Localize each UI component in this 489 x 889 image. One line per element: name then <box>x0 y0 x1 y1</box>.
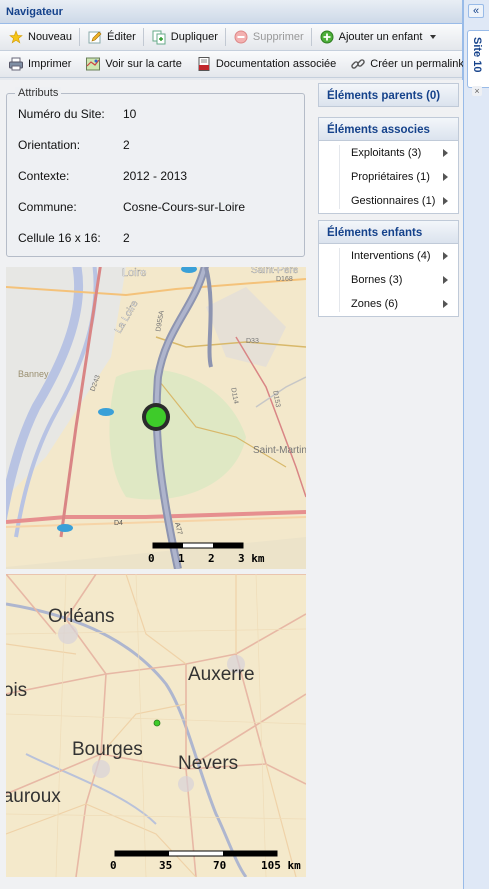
local-map[interactable]: Loire Saint-Père La Loire Banney Saint-M… <box>6 267 306 569</box>
attr-value-orientation: 2 <box>123 138 130 152</box>
chevron-right-icon <box>443 197 448 205</box>
city-label: Nevers <box>178 753 239 774</box>
tab-site-10[interactable]: Site 10 <box>467 30 489 88</box>
scale-label: 1 <box>178 552 185 565</box>
attributes-fieldset: Attributs Numéro du Site: 10 Orientation… <box>6 87 305 257</box>
link-icon <box>350 56 366 72</box>
list-item-label: Propriétaires (1) <box>351 171 430 183</box>
enfants-header[interactable]: Éléments enfants <box>318 220 459 244</box>
voir-carte-label: Voir sur la carte <box>105 58 182 70</box>
documentation-button[interactable]: Documentation associée <box>192 53 340 75</box>
pdf-icon <box>196 56 212 72</box>
attributes-legend: Attributs <box>15 87 62 99</box>
side-tab-strip: « Site 10 × <box>463 0 489 889</box>
related-elements-panel: Éléments parents (0) Éléments associes E… <box>318 80 459 317</box>
dropdown-arrow-icon <box>430 35 437 39</box>
list-item-zones[interactable]: Zones (6) <box>319 292 458 316</box>
scale-label: 70 <box>213 859 227 872</box>
duplicate-icon <box>151 29 167 45</box>
editer-label: Éditer <box>107 31 136 43</box>
nouveau-label: Nouveau <box>28 31 73 43</box>
list-item-proprietaires[interactable]: Propriétaires (1) <box>319 165 458 189</box>
toolbar-separator <box>224 28 226 46</box>
attr-label-cellule: Cellule 16 x 16: <box>18 231 101 245</box>
imprimer-label: Imprimer <box>28 58 72 70</box>
list-item-label: Exploitants (3) <box>351 147 422 159</box>
parents-header[interactable]: Éléments parents (0) <box>318 83 459 107</box>
editer-button[interactable]: Éditer <box>83 26 140 48</box>
chevron-right-icon <box>443 276 448 284</box>
city-label: Orléans <box>48 606 115 627</box>
dupliquer-label: Dupliquer <box>170 31 218 43</box>
chevron-right-icon <box>443 149 448 157</box>
pencil-icon <box>87 29 103 45</box>
list-item-label: Zones (6) <box>351 298 399 310</box>
navigator-window: Navigateur Nouveau Éditer Dupliquer Supp… <box>0 0 464 889</box>
attr-value-numero: 10 <box>123 107 137 121</box>
toolbar-separator <box>79 28 81 46</box>
toolbar-actions: Nouveau Éditer Dupliquer Supprimer Ajout… <box>0 24 462 51</box>
chevron-right-icon <box>443 300 448 308</box>
printer-icon <box>8 56 24 72</box>
add-icon <box>319 29 335 45</box>
attr-value-commune: Cosne-Cours-sur-Loire <box>123 200 246 214</box>
voir-carte-button[interactable]: Voir sur la carte <box>81 53 185 75</box>
tab-site-10-label: Site 10 <box>471 37 483 73</box>
attr-label-numero: Numéro du Site: <box>18 107 105 121</box>
list-item-exploitants[interactable]: Exploitants (3) <box>319 141 458 165</box>
supprimer-label: Supprimer <box>252 31 304 43</box>
enfants-list: Interventions (4) Bornes (3) Zones (6) <box>318 244 459 317</box>
list-item-label: Gestionnaires (1) <box>351 195 436 207</box>
scale-label: 105 km <box>261 859 301 872</box>
list-item-bornes[interactable]: Bornes (3) <box>319 268 458 292</box>
attr-label-contexte: Contexte: <box>18 169 70 183</box>
attr-value-cellule: 2 <box>123 231 130 245</box>
scale-label: 35 <box>159 859 173 872</box>
close-icon[interactable]: × <box>472 86 482 96</box>
list-item-label: Interventions (4) <box>351 250 431 262</box>
window-title: Navigateur <box>0 0 462 24</box>
list-item-gestionnaires[interactable]: Gestionnaires (1) <box>319 189 458 213</box>
ajouter-enfant-button[interactable]: Ajouter un enfant <box>315 26 441 48</box>
toolbar-secondary: Imprimer Voir sur la carte Documentation… <box>0 51 464 78</box>
toolbar-separator <box>142 28 144 46</box>
city-label: Auxerre <box>188 664 255 685</box>
imprimer-button[interactable]: Imprimer <box>4 53 75 75</box>
list-item-label: Bornes (3) <box>351 274 403 286</box>
ajouter-enfant-label: Ajouter un enfant <box>338 31 423 43</box>
site-marker <box>153 719 161 727</box>
supprimer-button[interactable]: Supprimer <box>229 26 308 48</box>
associes-list: Exploitants (3) Propriétaires (1) Gestio… <box>318 141 459 214</box>
regional-map[interactable]: Orléans Auxerre Blois Bourges Nevers Châ… <box>6 574 306 877</box>
documentation-label: Documentation associée <box>215 58 337 70</box>
chevron-right-icon <box>443 173 448 181</box>
scale-label: 0 <box>148 552 155 565</box>
collapse-icon[interactable]: « <box>468 4 484 18</box>
city-label: Bourges <box>72 739 143 760</box>
dupliquer-button[interactable]: Dupliquer <box>147 26 222 48</box>
permalink-label: Créer un permalink <box>370 58 464 70</box>
attr-value-contexte: 2012 - 2013 <box>123 169 188 183</box>
delete-icon <box>233 29 249 45</box>
chevron-right-icon <box>443 252 448 260</box>
nouveau-button[interactable]: Nouveau <box>4 26 76 48</box>
regional-map-scalebar <box>114 850 278 857</box>
attr-label-orientation: Orientation: <box>18 138 81 152</box>
permalink-button[interactable]: Créer un permalink <box>346 53 468 75</box>
toolbar-separator <box>310 28 312 46</box>
city-label: Châteauroux <box>6 786 61 807</box>
local-map-canvas <box>6 267 306 569</box>
scale-label: 3 km <box>238 552 265 565</box>
attr-label-commune: Commune: <box>18 200 77 214</box>
star-icon <box>8 29 24 45</box>
city-label: Blois <box>6 680 28 701</box>
list-item-interventions[interactable]: Interventions (4) <box>319 244 458 268</box>
scale-label: 2 <box>208 552 215 565</box>
map-icon <box>85 56 101 72</box>
scale-label: 0 <box>110 859 117 872</box>
associes-header[interactable]: Éléments associes <box>318 117 459 141</box>
